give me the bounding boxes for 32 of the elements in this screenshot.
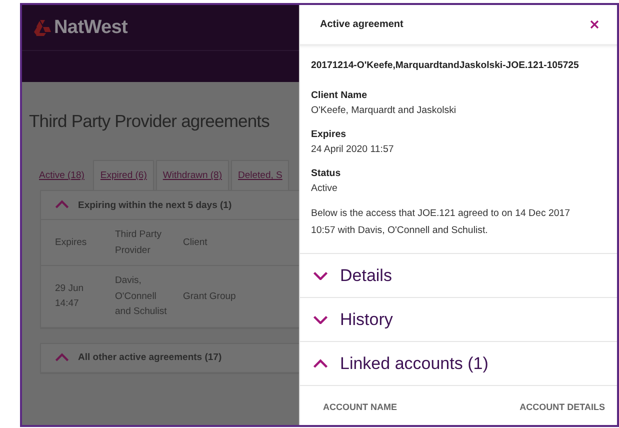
accordion-header[interactable]: Details	[300, 253, 617, 297]
accordion-header[interactable]: Linked accounts (1)	[300, 341, 617, 385]
field-label: Client Name	[311, 89, 368, 103]
column-header: ACCOUNT DETAILS	[520, 402, 605, 412]
tab[interactable]: Deleted, S	[231, 160, 290, 190]
table-cell-text: Grant Group	[183, 290, 237, 304]
section-title[interactable]: All other active agreements (17)	[78, 352, 222, 363]
accordion-title: History	[340, 310, 393, 330]
tab[interactable]: Expired (6)	[93, 160, 154, 190]
agreement-id: 20171214-O'Keefe,MarquardtandJaskolski-JOE.121-105725	[311, 60, 580, 71]
accordion-header[interactable]: History	[300, 297, 617, 341]
field-label: Status	[311, 167, 342, 181]
column-header: Third Party Provider	[115, 228, 162, 258]
table-cell-text: 29 Jun 14:47	[55, 282, 85, 312]
table-cell-text: Davis, O'Connell and Schulist	[115, 274, 167, 319]
logo-icon	[34, 20, 51, 36]
field-value: Active	[311, 182, 338, 196]
page-title: Third Party Provider agreements	[29, 111, 270, 132]
close-icon[interactable]	[590, 20, 599, 29]
drawer-title: Active agreement	[320, 19, 404, 30]
column-header: Client	[183, 236, 208, 250]
section-title[interactable]: Expiring within the next 5 days (1)	[78, 200, 232, 210]
column-header: Expires	[55, 236, 88, 250]
field-value: O'Keefe, Marquardt and Jaskolski	[311, 104, 458, 118]
brand-name[interactable]: NatWest	[54, 16, 128, 38]
column-header: ACCOUNT NAME	[323, 402, 397, 412]
access-description: Below is the access that JOE.121 agreed to on 14 Dec 2017 10:57 with Davis, O'Connell and Schulist.	[311, 207, 572, 238]
field-label: Expires	[311, 128, 348, 142]
accordion-title: Details	[340, 266, 392, 286]
accordion-title: Linked accounts (1)	[340, 354, 488, 374]
field-value: 24 April 2020 11:57	[311, 143, 395, 157]
tab[interactable]: Withdrawn (8)	[156, 160, 229, 190]
